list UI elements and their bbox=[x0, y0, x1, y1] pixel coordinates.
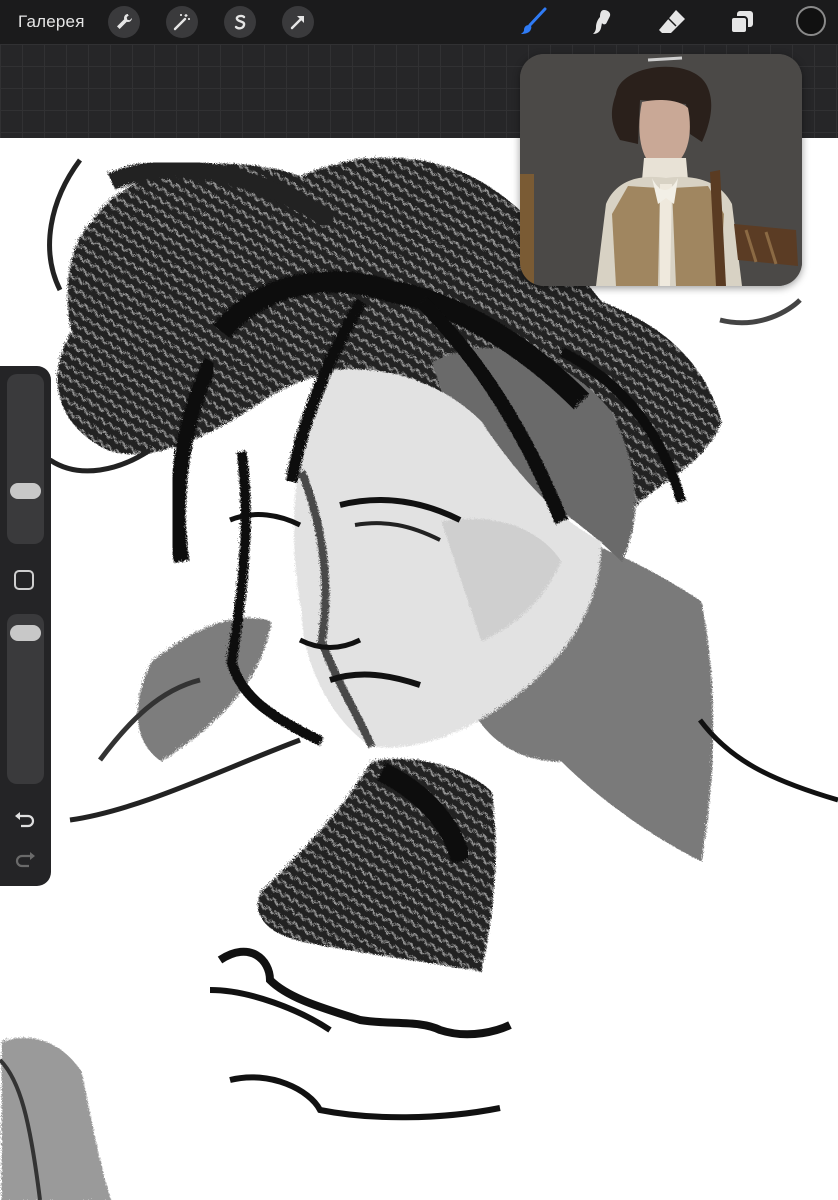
brush-size-slider[interactable] bbox=[7, 374, 44, 544]
color-icon[interactable] bbox=[796, 6, 826, 36]
drawing-canvas[interactable] bbox=[0, 138, 838, 1200]
brush-icon[interactable] bbox=[518, 6, 550, 38]
transform-arrow-icon[interactable] bbox=[282, 6, 314, 38]
gallery-button[interactable]: Галерея bbox=[18, 12, 85, 32]
smudge-icon[interactable] bbox=[586, 6, 618, 38]
top-toolbar: Галерея bbox=[0, 0, 838, 44]
redo-icon[interactable] bbox=[13, 850, 37, 870]
opacity-thumb[interactable] bbox=[10, 625, 41, 642]
magic-wand-icon[interactable] bbox=[166, 6, 198, 38]
undo-icon[interactable] bbox=[13, 810, 37, 830]
selection-s-icon[interactable] bbox=[224, 6, 256, 38]
wrench-icon[interactable] bbox=[108, 6, 140, 38]
brush-size-thumb[interactable] bbox=[10, 483, 41, 500]
modify-icon[interactable] bbox=[14, 570, 34, 590]
eraser-icon[interactable] bbox=[656, 6, 688, 38]
reference-image-window[interactable] bbox=[520, 54, 802, 286]
layers-icon[interactable] bbox=[726, 6, 758, 38]
sketch-artwork bbox=[0, 156, 838, 1200]
opacity-slider[interactable] bbox=[7, 614, 44, 784]
reference-image-icon bbox=[520, 54, 802, 286]
left-sidebar bbox=[0, 366, 51, 886]
